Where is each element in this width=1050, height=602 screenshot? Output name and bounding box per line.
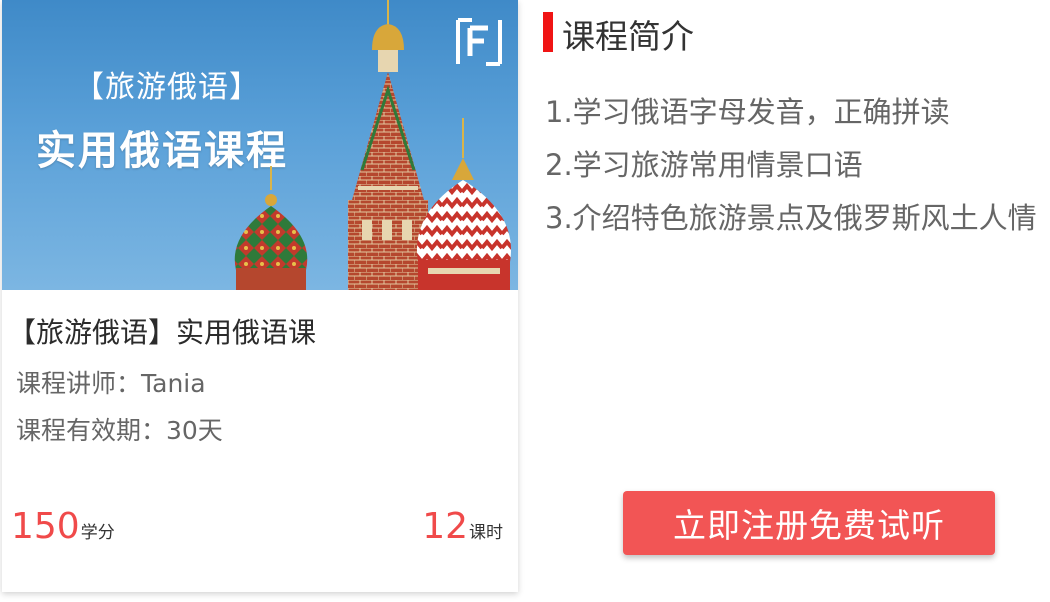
intro-title: 课程简介 xyxy=(562,17,694,56)
intro-item: 1.学习俄语字母发音，正确拼读 xyxy=(545,95,950,129)
course-teacher: 课程讲师：Tania xyxy=(16,369,206,398)
course-title[interactable]: 【旅游俄语】实用俄语课 xyxy=(8,311,316,351)
course-card[interactable]: 【旅游俄语】 实用俄语课程 【旅游俄语】实用俄语课 课程讲师：Tania 课程有… xyxy=(2,0,518,592)
credits-unit: 学分 xyxy=(80,523,115,543)
register-free-trial-button[interactable]: 立即注册免费试听 xyxy=(623,491,995,555)
intro-item: 2.学习旅游常用情景口语 xyxy=(545,148,863,182)
section-accent-bar xyxy=(543,12,553,52)
course-credits: 150学分 xyxy=(11,506,115,547)
course-banner-image[interactable]: 【旅游俄语】 实用俄语课程 xyxy=(2,0,518,290)
st-basils-cathedral-illustration xyxy=(234,0,512,290)
credits-value: 150 xyxy=(11,506,80,547)
intro-list: 1.学习俄语字母发音，正确拼读 2.学习旅游常用情景口语 3.介绍特色旅游景点及… xyxy=(545,86,1037,245)
course-hours: 12课时 xyxy=(422,506,503,547)
hours-unit: 课时 xyxy=(469,523,503,543)
hours-value: 12 xyxy=(422,506,468,547)
intro-item: 3.介绍特色旅游景点及俄罗斯风土人情 xyxy=(545,201,1037,235)
course-validity: 课程有效期：30天 xyxy=(16,416,223,445)
